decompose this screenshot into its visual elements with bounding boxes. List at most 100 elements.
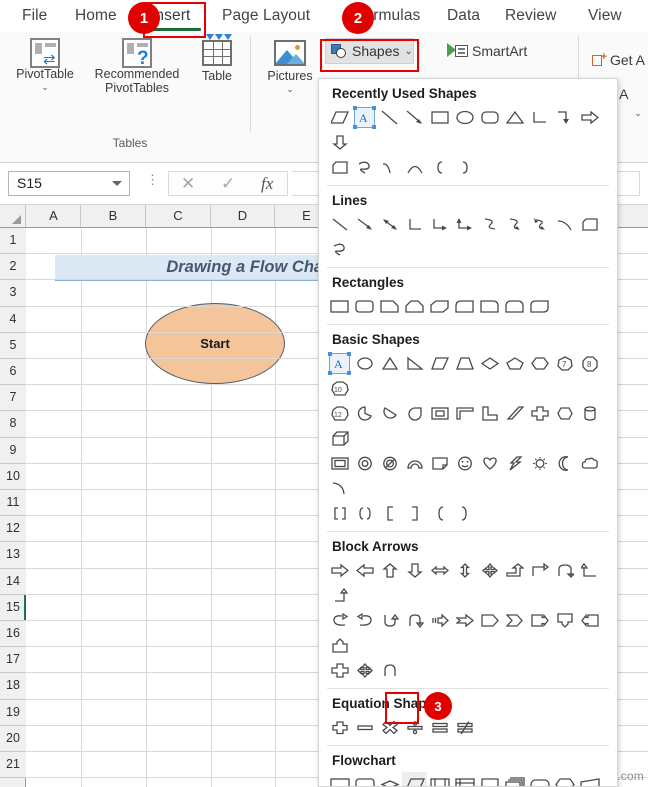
row-header-12[interactable]: 12: [0, 516, 26, 543]
shape-arrow-pentagon[interactable]: [477, 608, 502, 633]
row-header-19[interactable]: 19: [0, 699, 26, 726]
row-header-5[interactable]: 5: [0, 332, 26, 359]
tab-view[interactable]: View: [588, 3, 622, 29]
shape-flowchart-multidocument[interactable]: [502, 772, 527, 786]
shape-rect-snip-round[interactable]: [452, 294, 477, 319]
shape-arrow-curved-up[interactable]: [377, 608, 402, 633]
shape-flowchart-alternate-process[interactable]: [352, 772, 377, 786]
shape-flowchart-preparation[interactable]: [552, 772, 577, 786]
shape-arrow-curved-down[interactable]: [402, 608, 427, 633]
shape-elbow-arrow[interactable]: [427, 212, 452, 237]
row-header-18[interactable]: 18: [0, 673, 26, 700]
shape-oval[interactable]: [452, 105, 477, 130]
column-header-b[interactable]: B: [81, 205, 146, 227]
table-button[interactable]: Table: [192, 34, 242, 84]
shape-right-bracket[interactable]: [402, 501, 427, 526]
shape-cross[interactable]: [527, 401, 552, 426]
shape-l-shape[interactable]: [477, 401, 502, 426]
row-header-6[interactable]: 6: [0, 359, 26, 386]
smartart-button[interactable]: SmartArt: [447, 43, 557, 59]
shape-pie[interactable]: [352, 401, 377, 426]
name-box[interactable]: S15: [8, 171, 130, 196]
shape-arrow-callout-left[interactable]: [577, 608, 602, 633]
shape-right-arrow[interactable]: [577, 105, 602, 130]
row-header-4[interactable]: 4: [0, 306, 26, 333]
shape-pentagon[interactable]: [502, 351, 527, 376]
tab-home[interactable]: Home: [75, 3, 117, 29]
shape-pentagon-cut[interactable]: [327, 155, 352, 180]
shape-flowchart-terminator[interactable]: [527, 772, 552, 786]
shape-not-equal-sign[interactable]: [452, 715, 477, 740]
shape-frame[interactable]: [427, 401, 452, 426]
shape-multiply-sign[interactable]: [377, 715, 402, 740]
get-addins-button[interactable]: + Get A: [592, 52, 648, 68]
column-header-d[interactable]: D: [211, 205, 275, 227]
shape-arrow-curved-right[interactable]: [352, 608, 377, 633]
row-header-10[interactable]: 10: [0, 463, 26, 490]
shape-rect-snip-diagonal[interactable]: [427, 294, 452, 319]
shape-right-brace[interactable]: [452, 155, 477, 180]
shape-octagon[interactable]: 8: [577, 351, 602, 376]
shape-line-arrow-2[interactable]: [352, 212, 377, 237]
shape-heart[interactable]: [477, 451, 502, 476]
shape-arrow-left-up[interactable]: [577, 558, 602, 583]
tab-review[interactable]: Review: [505, 3, 556, 29]
shape-rect-plain[interactable]: [327, 294, 352, 319]
shape-arrow-circular[interactable]: [377, 658, 402, 683]
shape-text-box-a[interactable]: A: [353, 106, 376, 129]
row-header-13[interactable]: 13: [0, 542, 26, 569]
shape-flowchart-decision[interactable]: [377, 772, 402, 786]
shape-double-brace[interactable]: [352, 501, 377, 526]
shape-basic-text-box[interactable]: A: [328, 352, 351, 375]
shape-basic-arc[interactable]: [327, 476, 352, 501]
shape-heptagon[interactable]: 7: [552, 351, 577, 376]
shape-flowchart-predefined-process[interactable]: [427, 772, 452, 786]
shape-freeform-scribble[interactable]: [352, 155, 377, 180]
pivot-table-button[interactable]: ⇄ PivotTable ⌄: [8, 38, 82, 93]
shape-arrow-quad[interactable]: [477, 558, 502, 583]
pictures-chevron-down-icon[interactable]: ⌄: [258, 84, 322, 95]
shape-arrow-notched-right[interactable]: [452, 608, 477, 633]
shape-curve[interactable]: [377, 155, 402, 180]
shape-arrow-callout-down[interactable]: [552, 608, 577, 633]
shape-scribble[interactable]: [327, 237, 352, 262]
shape-plus-sign[interactable]: [327, 715, 352, 740]
shape-curved-connector[interactable]: [477, 212, 502, 237]
shape-rectangle[interactable]: [427, 105, 452, 130]
row-header-7[interactable]: 7: [0, 385, 26, 412]
shape-right-brace-2[interactable]: [452, 501, 477, 526]
row-header-8[interactable]: 8: [0, 411, 26, 438]
shape-arrow-up-down[interactable]: [452, 558, 477, 583]
shape-arrow-bent-up[interactable]: [502, 558, 527, 583]
row-header-15[interactable]: 15: [0, 594, 26, 621]
shape-division-sign[interactable]: [402, 715, 427, 740]
shape-arrow-callout-right[interactable]: [527, 608, 552, 633]
shape-down-arrow[interactable]: [327, 130, 352, 155]
shape-elbow-arrow-connector[interactable]: [552, 105, 577, 130]
shape-arrow-down[interactable]: [402, 558, 427, 583]
shape-arrow-striped-right[interactable]: [427, 608, 452, 633]
shape-cylinder[interactable]: [577, 401, 602, 426]
my-addins-chevron[interactable]: ⌄: [628, 108, 648, 119]
row-header-2[interactable]: 2: [0, 254, 26, 281]
insert-function-icon[interactable]: fx: [261, 174, 273, 194]
shape-triangle[interactable]: [502, 105, 527, 130]
shape-arrow-callout-up[interactable]: [327, 633, 352, 658]
shape-arrow-left[interactable]: [352, 558, 377, 583]
shape-left-brace[interactable]: [427, 155, 452, 180]
shape-diagonal-stripe[interactable]: [502, 401, 527, 426]
shape-right-triangle[interactable]: [402, 351, 427, 376]
row-header-20[interactable]: 20: [0, 725, 26, 752]
shape-arrow-uturn[interactable]: [552, 558, 577, 583]
shape-elbow-connector[interactable]: [527, 105, 552, 130]
shape-elbow-connector-2[interactable]: [402, 212, 427, 237]
shape-folded-corner[interactable]: [427, 451, 452, 476]
shape-flowchart-internal-storage[interactable]: [452, 772, 477, 786]
shape-trapezoid[interactable]: [452, 351, 477, 376]
shape-donut[interactable]: [352, 451, 377, 476]
shape-freeform[interactable]: [577, 212, 602, 237]
column-header-a[interactable]: A: [27, 205, 81, 227]
shape-half-frame[interactable]: [452, 401, 477, 426]
recommended-pivot-tables-button[interactable]: ? Recommended PivotTables: [84, 38, 190, 95]
shape-basic-parallelogram[interactable]: [427, 351, 452, 376]
